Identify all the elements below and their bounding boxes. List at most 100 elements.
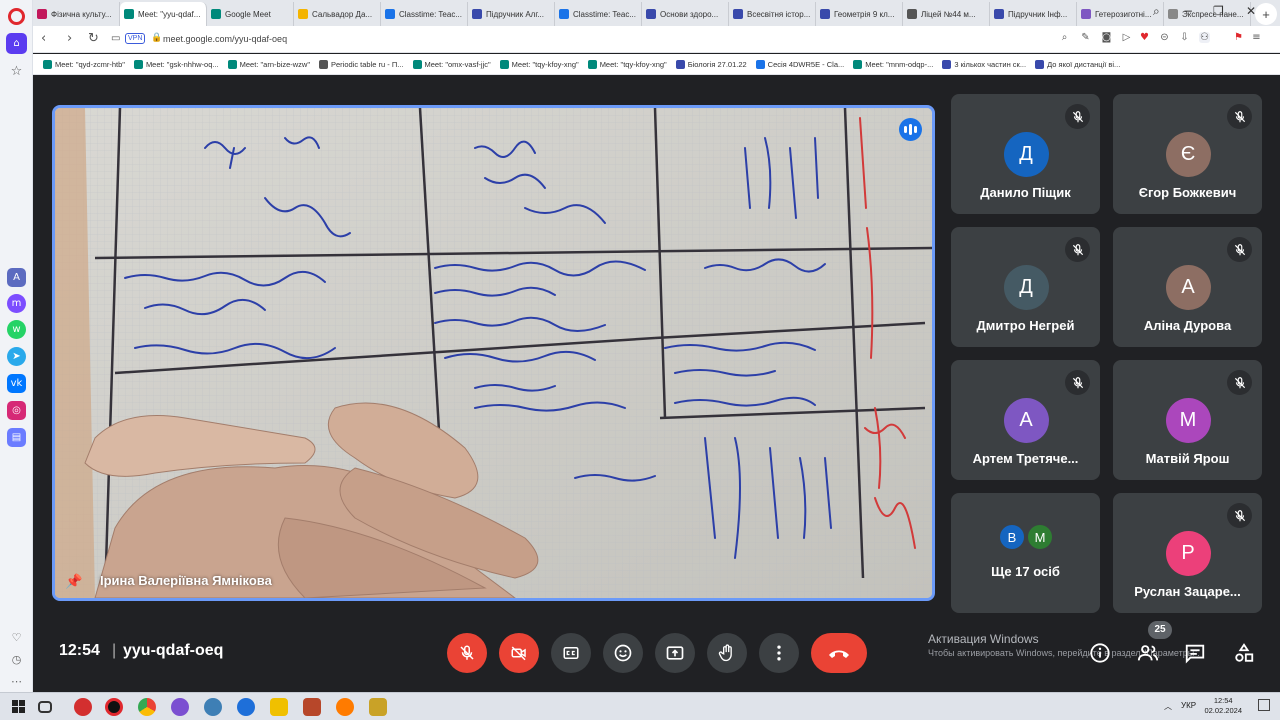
browser-tab[interactable]: Classtime: Teac... <box>381 2 468 26</box>
office-icon[interactable] <box>303 698 321 716</box>
reactions-button[interactable] <box>603 633 643 673</box>
maximize-icon[interactable]: ❐ <box>1213 4 1224 18</box>
bookmark-item[interactable]: Meet: "qyd-zcmr-htb" <box>43 59 125 69</box>
participant-tile[interactable]: М Матвій Ярош <box>1113 360 1262 480</box>
bookmark-item[interactable]: Meet: "arn-bize-wzw" <box>227 59 310 69</box>
menu-icon[interactable]: ≡ <box>1251 32 1262 43</box>
recorder-icon[interactable] <box>74 698 92 716</box>
search-icon[interactable]: ⌕ <box>1059 32 1070 43</box>
participant-tile[interactable]: А Артем Третяче... <box>951 360 1100 480</box>
url-field[interactable]: meet.google.com/yyu-qdaf-oeq <box>163 34 287 44</box>
profile-icon[interactable]: ⚇ <box>1199 32 1210 43</box>
extension-icon[interactable]: ⚑ <box>1233 32 1244 43</box>
folder-icon[interactable] <box>369 698 387 716</box>
more-options-button[interactable] <box>759 633 799 673</box>
chat-button[interactable] <box>1182 640 1208 666</box>
camera-icon[interactable]: ◙ <box>1101 32 1112 43</box>
lock-icon[interactable]: 🔒 <box>151 33 162 43</box>
tray-expand-icon[interactable]: ︿ <box>1164 701 1172 712</box>
browser-tab[interactable]: Ліцей №44 м... <box>903 2 990 26</box>
browser-tab[interactable]: Підручник Інф... <box>990 2 1077 26</box>
bookmark-item[interactable]: 3 кількох частин ск... <box>942 59 1026 69</box>
winamp-icon[interactable] <box>270 698 288 716</box>
browser-tab[interactable]: Google Meet <box>207 2 294 26</box>
minimize-icon[interactable]: − <box>1183 4 1193 18</box>
windows-start-icon[interactable] <box>12 700 25 713</box>
leave-call-button[interactable] <box>811 633 867 673</box>
more-participants-tile[interactable]: В М Ще 17 осіб <box>951 493 1100 613</box>
presenter-video[interactable]: 📌 Ірина Валеріївна Ямнікова <box>52 105 935 601</box>
search-tabs-icon[interactable]: ⌕ <box>1153 4 1160 19</box>
browser-tab[interactable]: Геометрія 9 кл... <box>816 2 903 26</box>
browser-tab[interactable]: Фізична культу... <box>33 2 120 26</box>
viber-icon[interactable] <box>171 698 189 716</box>
bookmark-item[interactable]: Біологія 27.01.22 <box>675 59 747 69</box>
pip-icon[interactable]: ▭ <box>111 33 120 44</box>
send-icon[interactable]: ▷ <box>1121 32 1132 43</box>
telegram-icon[interactable]: ➤ <box>7 347 26 366</box>
pin-icon[interactable]: 📌 <box>65 574 82 590</box>
task-view-icon[interactable] <box>38 701 52 713</box>
bookmark-item[interactable]: Meet: "omx-vasf-jjc" <box>412 59 491 69</box>
participant-tile[interactable]: Є Єгор Божкевич <box>1113 94 1262 214</box>
browser-tab[interactable]: Сальвадор Да... <box>294 2 381 26</box>
opera-logo-icon[interactable] <box>8 8 25 25</box>
raise-hand-button[interactable] <box>707 633 747 673</box>
forward-icon[interactable]: › <box>67 31 72 46</box>
bookmark-item[interactable]: Meet: "gsk-nhhw-oq... <box>133 59 219 69</box>
heart-icon[interactable]: ♡ <box>9 630 24 645</box>
participant-tile[interactable]: А Аліна Дурова <box>1113 227 1262 347</box>
home-icon[interactable]: ⌂ <box>6 33 27 54</box>
participant-tile[interactable]: Р Руслан Зацаре... <box>1113 493 1262 613</box>
browser-tab[interactable]: Classtime: Teac... <box>555 2 642 26</box>
blender-icon[interactable] <box>336 698 354 716</box>
bookmark-item[interactable]: Meet: "tqy-kfoy-xng" <box>587 59 667 69</box>
camera-off-button[interactable] <box>499 633 539 673</box>
bookmark-item[interactable]: Сесія 4DWR5E - Cla... <box>755 59 844 69</box>
browser-tab[interactable]: Meet: "yyu-qdaf... <box>120 2 207 26</box>
easy-setup-icon[interactable]: ⊝ <box>1159 32 1170 43</box>
bookmark-item[interactable]: Meet: "mnm-odqp-... <box>853 59 933 69</box>
bookmark-item[interactable]: До якої дистанції ві... <box>1035 59 1120 69</box>
whatsapp-icon[interactable]: w <box>7 320 26 339</box>
vpn-badge[interactable]: VPN <box>125 33 146 44</box>
player-icon[interactable]: ▤ <box>7 428 26 447</box>
aria-icon[interactable]: A <box>7 268 26 287</box>
browser-tab[interactable]: Підручник Алг... <box>468 2 555 26</box>
network-app-icon[interactable] <box>204 698 222 716</box>
vk-icon[interactable]: vk <box>7 374 26 393</box>
windows-activation-title: Активация Windows <box>928 632 1039 646</box>
meeting-info-button[interactable] <box>1087 640 1113 666</box>
back-icon[interactable]: ‹ <box>41 31 46 46</box>
people-button[interactable] <box>1135 640 1161 666</box>
mic-off-button[interactable] <box>447 633 487 673</box>
opera-taskbar-icon[interactable] <box>105 698 123 716</box>
browser-tab[interactable]: Экспресс-пане... <box>1164 2 1251 26</box>
bookmark-item[interactable]: Periodic table ru - П... <box>318 59 404 69</box>
chrome-icon[interactable] <box>138 698 156 716</box>
participant-tile[interactable]: Д Дмитро Негрей <box>951 227 1100 347</box>
notifications-icon[interactable] <box>1258 699 1270 711</box>
captions-button[interactable] <box>551 633 591 673</box>
new-tab-button[interactable]: + <box>1255 3 1277 25</box>
instagram-icon[interactable]: ◎ <box>7 401 26 420</box>
browser-tab[interactable]: Всесвітня істор... <box>729 2 816 26</box>
present-button[interactable] <box>655 633 695 673</box>
reload-icon[interactable]: ↻ <box>88 31 99 46</box>
close-window-icon[interactable]: ✕ <box>1246 4 1256 18</box>
star-icon[interactable]: ☆ <box>7 62 26 81</box>
bookmark-item[interactable]: Meet: "tqy-kfoy-xng" <box>499 59 579 69</box>
activities-button[interactable] <box>1231 640 1257 666</box>
system-clock[interactable]: 12:54 02.02.2024 <box>1204 696 1242 716</box>
heart-icon[interactable]: ♥ <box>1139 32 1150 43</box>
download-icon[interactable]: ⇩ <box>1179 32 1190 43</box>
browser-tab[interactable]: Основи здоро... <box>642 2 729 26</box>
history-icon[interactable]: ◷ <box>9 652 24 667</box>
language-indicator[interactable]: УКР <box>1181 701 1196 710</box>
more-icon[interactable]: ⋯ <box>9 674 24 689</box>
edit-icon[interactable]: ✎ <box>1080 32 1091 43</box>
teamviewer-icon[interactable] <box>237 698 255 716</box>
browser-tab[interactable]: Гетерозиготні... <box>1077 2 1164 26</box>
messenger-icon[interactable]: m <box>7 294 26 313</box>
participant-tile[interactable]: Д Данило Піщик <box>951 94 1100 214</box>
